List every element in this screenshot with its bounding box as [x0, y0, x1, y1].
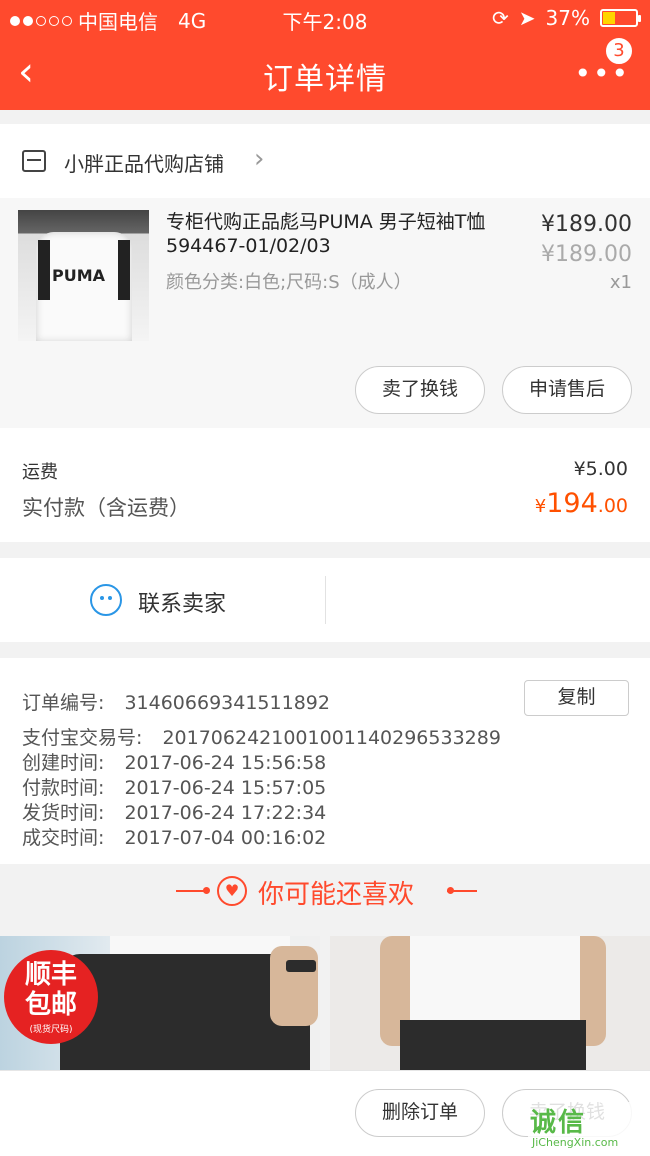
paid-time-row: 付款时间: 2017-06-24 15:57:05: [22, 773, 326, 800]
delete-order-button[interactable]: 删除订单: [355, 1089, 485, 1137]
recommend-title: 你可能还喜欢: [258, 880, 415, 910]
chat-smiley-icon[interactable]: [90, 584, 122, 616]
info-label: 创建时间:: [22, 752, 105, 774]
product-price: ¥189.00: [541, 212, 632, 237]
product-original-price: ¥189.00: [541, 242, 632, 267]
info-label: 订单编号:: [22, 692, 105, 714]
rotation-lock-icon: ⟳: [492, 6, 509, 30]
store-icon: [22, 150, 46, 172]
paid-amount: ¥194.00: [535, 488, 628, 519]
created-time-row: 创建时间: 2017-06-24 15:56:58: [22, 748, 326, 775]
info-label: 成交时间:: [22, 827, 105, 849]
fee-summary: 运费 ¥5.00 实付款（含运费） ¥194.00: [0, 428, 650, 542]
message-count-badge: 3: [604, 36, 634, 66]
product-spec: 颜色分类:白色;尺码:S（成人）: [166, 272, 412, 293]
alipay-trade-row: 支付宝交易号: 2017062421001001140296533289: [22, 723, 501, 750]
bottom-action-bar: 删除订单 卖了换钱 诚信 JiChengXin.com: [0, 1070, 650, 1156]
more-options-icon[interactable]: •••: [574, 60, 630, 88]
heart-icon: ♥: [217, 876, 247, 906]
battery-icon: [600, 9, 641, 27]
info-label: 发货时间:: [22, 802, 105, 824]
thumbnail-brand-text: PUMA: [52, 266, 106, 285]
recommend-product-image[interactable]: [330, 936, 650, 1070]
sell-button[interactable]: 卖了换钱: [355, 366, 485, 414]
paid-decimal: .00: [597, 495, 628, 517]
top-bar: 中国电信 4G 下午2:08 ⟳ ➤ 37% ‹ 订单详情 ••• 3: [0, 0, 650, 110]
chevron-right-icon: ›: [254, 144, 265, 174]
paid-currency: ¥: [534, 496, 547, 517]
completed-time-row: 成交时间: 2017-07-04 00:16:02: [22, 823, 326, 850]
divider: [325, 576, 326, 624]
watch-icon: [286, 960, 316, 972]
info-value: 2017062421001001140296533289: [162, 727, 501, 749]
product-title: 专柜代购正品彪马PUMA 男子短袖T恤594467-01/02/03: [166, 211, 486, 257]
site-watermark-logo: 诚信 JiChengXin.com: [528, 1102, 646, 1152]
recommend-product-image[interactable]: 顺丰 包邮 (现货尺码): [0, 936, 320, 1070]
shipping-value: ¥5.00: [573, 458, 628, 480]
paid-label: 实付款（含运费）: [22, 496, 190, 520]
contact-seller-button[interactable]: 联系卖家: [138, 586, 226, 618]
shipping-label: 运费: [22, 462, 58, 483]
info-label: 付款时间:: [22, 777, 105, 799]
after-sale-button[interactable]: 申请售后: [502, 366, 632, 414]
order-info: 订单编号: 31460669341511892 复制 支付宝交易号: 20170…: [0, 658, 650, 864]
info-value: 2017-06-24 17:22:34: [124, 802, 327, 824]
status-bar: 中国电信 4G 下午2:08 ⟳ ➤ 37%: [0, 0, 650, 36]
free-shipping-badge: 顺丰 包邮 (现货尺码): [4, 950, 98, 1044]
status-right: ⟳ ➤ 37%: [492, 6, 641, 30]
product-thumbnail[interactable]: PUMA: [18, 210, 149, 341]
info-value: 2017-06-24 15:57:05: [124, 777, 327, 799]
product-quantity: x1: [609, 272, 632, 293]
shipped-time-row: 发货时间: 2017-06-24 17:22:34: [22, 798, 326, 825]
info-value: 31460669341511892: [124, 692, 330, 714]
info-label: 支付宝交易号:: [22, 727, 143, 749]
copy-button[interactable]: 复制: [524, 680, 629, 716]
shop-name: 小胖正品代购店铺: [64, 152, 224, 176]
location-icon: ➤: [518, 6, 536, 30]
paid-integer: 194: [546, 488, 598, 519]
page-title: 订单详情: [263, 62, 387, 97]
order-number-row: 订单编号: 31460669341511892: [22, 688, 330, 715]
battery-percent: 37%: [545, 6, 590, 30]
shop-row[interactable]: 小胖正品代购店铺 ›: [0, 124, 650, 198]
info-value: 2017-07-04 00:16:02: [124, 827, 327, 849]
recommend-header: ♥ 你可能还喜欢: [0, 864, 650, 936]
info-value: 2017-06-24 15:56:58: [124, 752, 327, 774]
product-item[interactable]: PUMA 专柜代购正品彪马PUMA 男子短袖T恤594467-01/02/03 …: [0, 198, 650, 428]
contact-section: 联系卖家: [0, 558, 650, 642]
